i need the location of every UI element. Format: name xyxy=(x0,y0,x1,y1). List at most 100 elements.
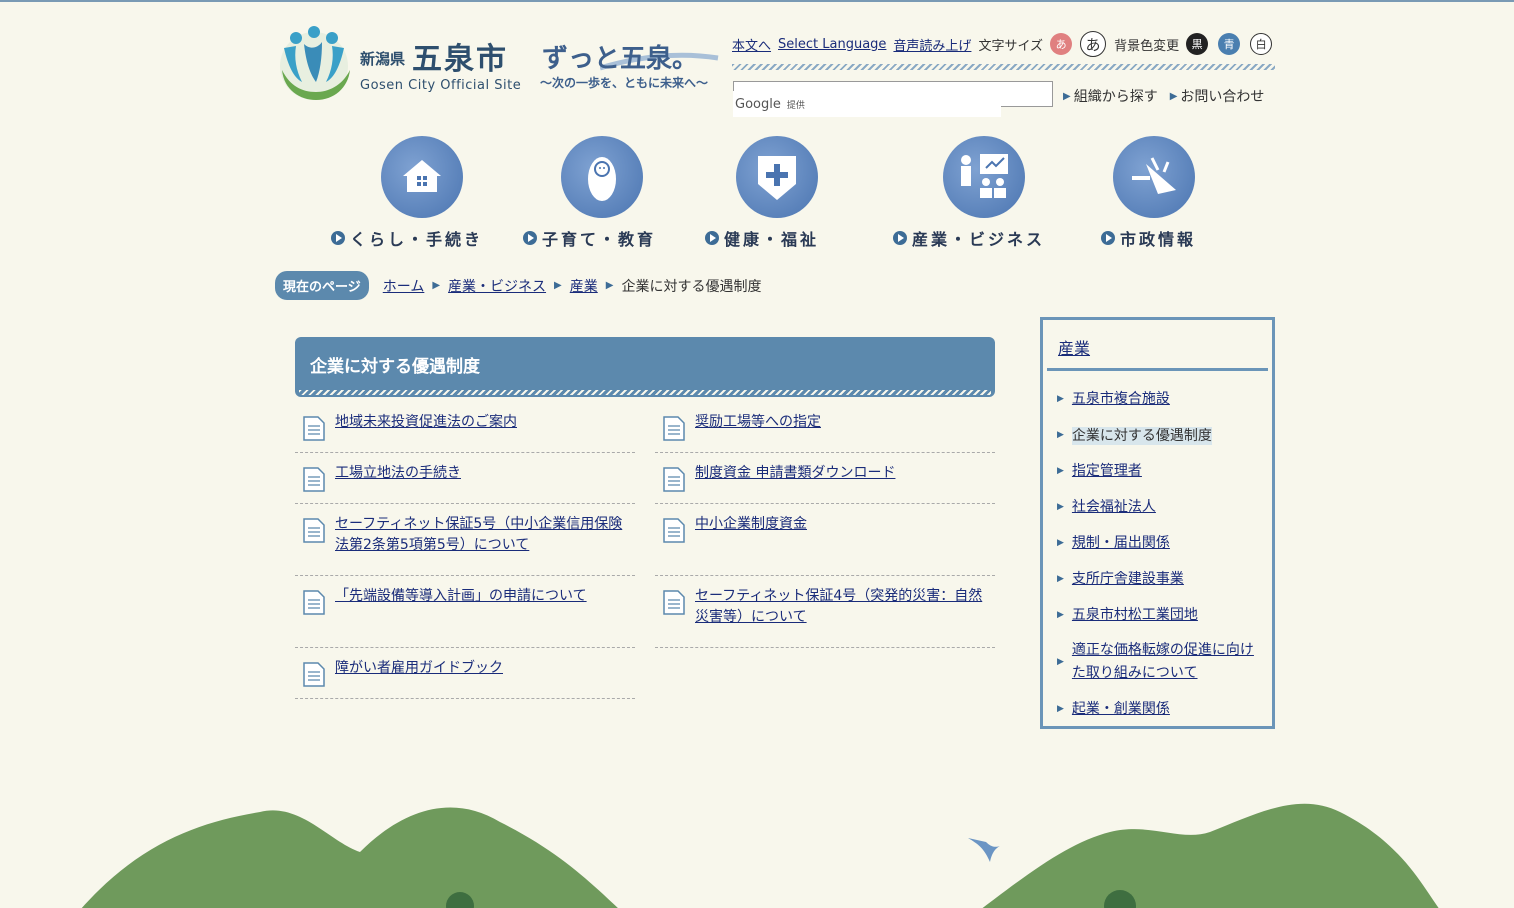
nav-label-text: 産業・ビジネス xyxy=(912,230,1046,249)
logo-city-name: 五泉市 xyxy=(412,42,508,77)
header-links: ▶ 組織から探す ▶ お問い合わせ xyxy=(1063,86,1276,106)
triangle-right-icon: ▶ xyxy=(1057,704,1064,714)
breadcrumb-sangyo[interactable]: 産業 xyxy=(570,276,598,296)
list-item-link[interactable]: 制度資金 申請書類ダウンロード xyxy=(695,463,895,493)
list-item: 「先端設備等導入計画」の申請について xyxy=(295,576,635,648)
side-nav-title-link[interactable]: 産業 xyxy=(1058,339,1090,358)
triangle-right-icon: ▶ xyxy=(1057,574,1064,584)
triangle-right-icon: ▶ xyxy=(605,280,614,291)
nav-label-text: 市政情報 xyxy=(1120,230,1197,249)
voice-reading-link[interactable]: 音声読み上げ xyxy=(893,35,971,54)
nav-label-text: 子育て・教育 xyxy=(542,230,657,249)
utility-bar: 本文へ Select Language 音声読み上げ 文字サイズ あ あ 背景色… xyxy=(732,30,1280,58)
sidebar-item-link[interactable]: 社会福祉法人 xyxy=(1072,496,1262,519)
triangle-right-icon: ▶ xyxy=(1057,657,1064,667)
contact-link[interactable]: ▶ お問い合わせ xyxy=(1170,86,1265,106)
arrow-circle-icon xyxy=(1101,231,1115,245)
nav-item-sangyo[interactable]: 産業・ビジネス xyxy=(893,136,1045,250)
list-item: 奨励工場等への指定 xyxy=(655,402,995,453)
list-item-link[interactable]: 中小企業制度資金 xyxy=(695,514,807,565)
skip-to-content-link[interactable]: 本文へ xyxy=(732,35,771,54)
arrow-circle-icon xyxy=(893,231,907,245)
breadcrumb-badge: 現在のページ xyxy=(275,271,369,300)
nav-item-kurashi[interactable]: くらし・手続き xyxy=(331,136,483,250)
baby-icon xyxy=(561,136,643,218)
nav-item-kosodate[interactable]: 子育て・教育 xyxy=(523,136,656,250)
org-search-link[interactable]: ▶ 組織から探す xyxy=(1063,86,1158,106)
list-item-link[interactable]: 工場立地法の手続き xyxy=(335,463,461,493)
list-item: 地域未来投資促進法のご案内 xyxy=(295,402,635,453)
bg-black-button[interactable]: 黒 xyxy=(1186,33,1209,55)
link-row: セーフティネット保証5号（中小企業信用保険法第2条第5項第5号）について 中小企… xyxy=(295,504,995,576)
link-row: 障がい者雇用ガイドブック xyxy=(295,648,995,699)
hill-right-icon xyxy=(982,803,1439,908)
arrow-circle-icon xyxy=(331,231,345,245)
header-divider xyxy=(732,64,1275,70)
nav-item-shisei[interactable]: 市政情報 xyxy=(1101,136,1196,250)
bird-icon xyxy=(968,838,1000,862)
sidebar-item-link[interactable]: 規制・届出関係 xyxy=(1072,532,1262,555)
sidebar-item-current: ▶ 企業に対する優遇制度 xyxy=(1057,417,1272,453)
document-icon xyxy=(663,467,685,492)
document-icon xyxy=(303,467,325,492)
megaphone-icon xyxy=(1112,136,1195,218)
sidebar-item: ▶ 指定管理者 xyxy=(1057,453,1272,489)
list-item-link[interactable]: セーフティネット保証5号（中小企業信用保険法第2条第5項第5号）について xyxy=(335,514,635,565)
sidebar-item-link[interactable]: 五泉市複合施設 xyxy=(1072,388,1262,411)
list-item-link[interactable]: 「先端設備等導入計画」の申請について xyxy=(335,586,587,637)
document-icon xyxy=(303,590,325,615)
org-search-label: 組織から探す xyxy=(1073,89,1158,105)
nav-label: 健康・福祉 xyxy=(705,226,819,250)
sidebar-item-current-wrap: 企業に対する優遇制度 xyxy=(1071,425,1262,445)
list-item-empty xyxy=(655,648,995,699)
list-item: 制度資金 申請書類ダウンロード xyxy=(655,453,995,504)
document-icon xyxy=(663,416,685,441)
google-label: Google xyxy=(735,97,781,112)
document-icon xyxy=(663,518,685,543)
list-item-link[interactable]: 奨励工場等への指定 xyxy=(695,412,821,442)
contact-label: お問い合わせ xyxy=(1180,89,1265,105)
breadcrumb: 現在のページ ホーム ▶ 産業・ビジネス ▶ 産業 ▶ 企業に対する優遇制度 xyxy=(275,271,761,300)
list-item-link[interactable]: 障がい者雇用ガイドブック xyxy=(335,658,503,688)
breadcrumb-current: 企業に対する優遇制度 xyxy=(621,278,762,295)
breadcrumb-home[interactable]: ホーム xyxy=(383,276,425,296)
font-large-button[interactable]: あ xyxy=(1080,31,1107,57)
link-list: 地域未来投資促進法のご案内 奨励工場等への指定 工場立地法の手続き 制度資金 申… xyxy=(295,402,995,699)
sidebar-item: ▶ 規制・届出関係 xyxy=(1057,525,1272,561)
arrow-circle-icon xyxy=(705,231,719,245)
list-item-link[interactable]: 地域未来投資促進法のご案内 xyxy=(335,412,517,442)
document-icon xyxy=(303,662,325,687)
global-nav: くらし・手続き 子育て・教育 健康・福祉 産業・ビジネス 市政情報 xyxy=(0,136,1514,250)
google-provided: Google 提供 xyxy=(735,97,805,112)
nav-label: 市政情報 xyxy=(1101,226,1196,250)
list-item: 障がい者雇用ガイドブック xyxy=(295,648,635,699)
triangle-right-icon: ▶ xyxy=(554,280,562,291)
side-nav-list: ▶ 五泉市複合施設 ▶ 企業に対する優遇制度 ▶ 指定管理者 ▶ 社会福祉法人 ▶ 規制・… xyxy=(1043,371,1272,727)
side-nav: 産業 ▶ 五泉市複合施設 ▶ 企業に対する優遇制度 ▶ 指定管理者 ▶ 社会福祉法人 ▶… xyxy=(1040,317,1275,729)
sidebar-item-link[interactable]: 五泉市村松工業団地 xyxy=(1072,604,1262,627)
triangle-right-icon: ▶ xyxy=(1057,502,1064,512)
bg-white-button[interactable]: 白 xyxy=(1250,33,1273,55)
site-logo[interactable]: 新潟県 五泉市 Gosen City Official Site xyxy=(276,26,526,106)
link-row: 工場立地法の手続き 制度資金 申請書類ダウンロード xyxy=(295,453,995,504)
provided-label: 提供 xyxy=(786,101,805,111)
select-language-link[interactable]: Select Language xyxy=(778,37,886,52)
sidebar-item: ▶ 五泉市複合施設 xyxy=(1057,381,1272,417)
link-row: 「先端設備等導入計画」の申請について セーフティネット保証4号（突発的災害：自然… xyxy=(295,576,995,648)
slogan-sub: 〜次の一歩を、ともに未来へ〜 xyxy=(540,76,709,90)
sidebar-item-link[interactable]: 適正な価格転嫁の促進に向けた取り組みについて xyxy=(1072,639,1262,685)
sidebar-item-link[interactable]: 指定管理者 xyxy=(1072,460,1262,483)
sidebar-item-link[interactable]: 支所庁舎建設事業 xyxy=(1072,568,1262,591)
font-small-button[interactable]: あ xyxy=(1050,33,1073,55)
nav-item-kenko[interactable]: 健康・福祉 xyxy=(705,136,819,250)
document-icon xyxy=(303,416,325,441)
sidebar-item: ▶ 社会福祉法人 xyxy=(1057,489,1272,525)
slogan-main: ずっと五泉。 xyxy=(542,44,699,74)
list-item-link[interactable]: セーフティネット保証4号（突発的災害：自然災害等）について xyxy=(695,586,995,637)
list-item: 工場立地法の手続き xyxy=(295,453,635,504)
sidebar-item-link[interactable]: 起業・創業関係 xyxy=(1072,698,1262,721)
list-item: 中小企業制度資金 xyxy=(655,504,995,576)
bg-blue-button[interactable]: 青 xyxy=(1218,33,1241,55)
breadcrumb-sangyo-business[interactable]: 産業・ビジネス xyxy=(448,276,546,296)
sidebar-item: ▶ 起業・創業関係 xyxy=(1057,691,1272,727)
